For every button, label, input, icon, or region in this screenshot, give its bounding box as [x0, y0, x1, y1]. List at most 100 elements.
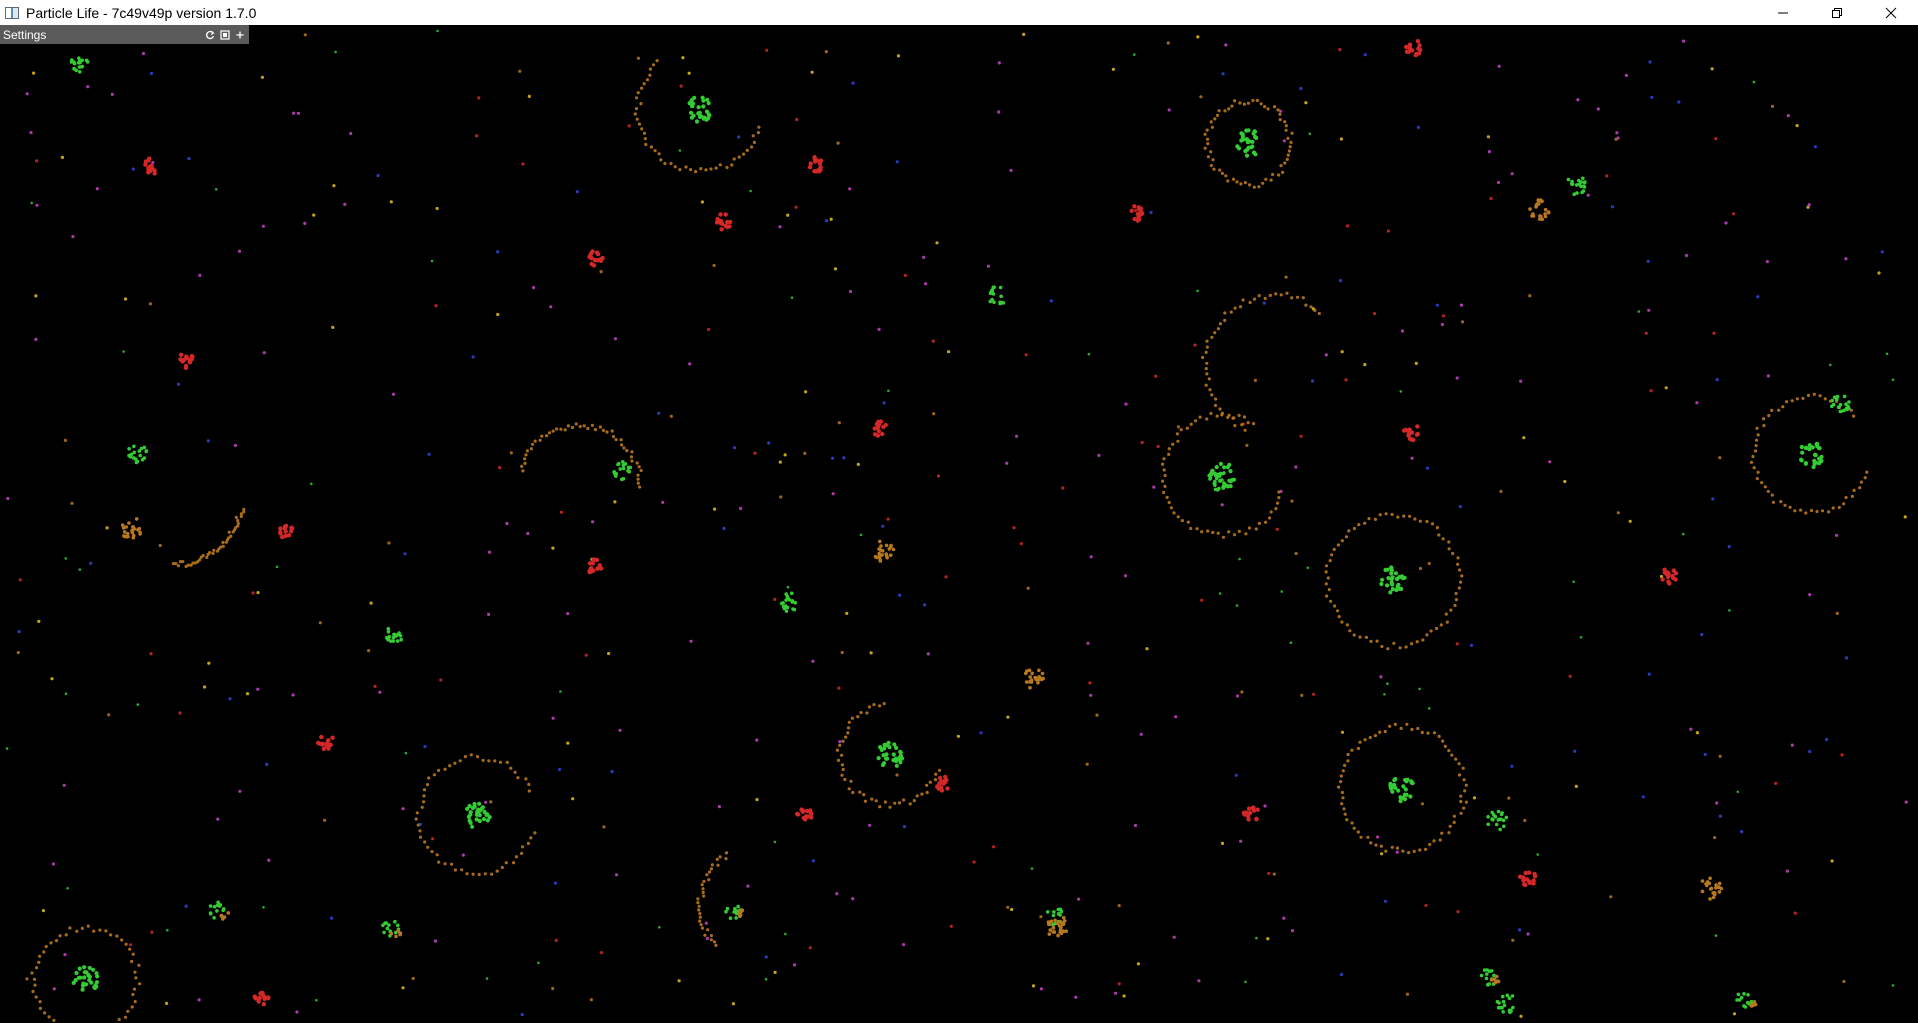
particle	[262, 351, 266, 355]
particle	[318, 621, 322, 625]
particle	[1753, 449, 1758, 453]
particle	[1774, 781, 1778, 786]
particle	[1238, 305, 1243, 309]
particle	[1502, 824, 1506, 829]
particle	[1714, 934, 1718, 937]
particle	[859, 711, 863, 715]
particle	[450, 862, 454, 866]
particle	[1205, 417, 1209, 421]
particle	[1429, 629, 1433, 633]
particle	[1378, 730, 1382, 734]
particle	[600, 951, 604, 955]
minimize-button[interactable]	[1756, 0, 1810, 25]
particle	[922, 255, 926, 259]
particle	[1352, 826, 1356, 830]
particle	[1326, 576, 1330, 580]
particle	[1245, 443, 1249, 447]
particle	[956, 734, 961, 738]
particle	[684, 165, 688, 169]
particle	[689, 639, 693, 643]
particle	[64, 557, 68, 560]
particle	[1279, 293, 1283, 297]
particle	[1012, 526, 1016, 530]
particle	[529, 836, 533, 840]
particle	[1441, 537, 1445, 541]
particle	[1010, 907, 1014, 912]
particle	[265, 995, 271, 1000]
particle	[716, 863, 720, 867]
particle	[884, 554, 889, 558]
simulation-canvas[interactable]	[0, 25, 1918, 1023]
particle	[1727, 545, 1731, 549]
particle	[778, 225, 782, 229]
particle	[292, 111, 296, 115]
particle	[838, 743, 842, 748]
particle	[1339, 972, 1344, 977]
particle	[1166, 41, 1170, 45]
particle	[1348, 629, 1352, 633]
particle	[1447, 831, 1451, 835]
particle	[487, 550, 492, 554]
particle	[82, 965, 87, 970]
particle	[1117, 904, 1121, 908]
particle	[1324, 564, 1329, 568]
particle	[874, 799, 878, 803]
particle	[657, 411, 661, 415]
particle	[749, 189, 752, 193]
particle	[1163, 473, 1167, 478]
particle	[1198, 415, 1202, 419]
restore-button[interactable]	[1810, 0, 1864, 25]
expand-icon[interactable]	[234, 29, 245, 40]
particle	[1369, 841, 1373, 845]
particle	[523, 461, 527, 465]
particle	[1714, 886, 1718, 890]
particle	[1283, 161, 1287, 165]
particle	[1809, 508, 1814, 513]
particle	[1172, 511, 1176, 515]
particle	[189, 353, 195, 359]
particle	[718, 212, 723, 217]
particle	[1485, 972, 1489, 976]
particle	[688, 362, 692, 366]
detach-icon[interactable]	[219, 29, 230, 40]
particle	[1700, 889, 1705, 894]
particle	[1179, 428, 1183, 432]
particle	[382, 930, 386, 935]
particle	[547, 431, 552, 435]
particle	[1220, 503, 1224, 507]
refresh-icon[interactable]	[204, 29, 215, 40]
particle	[725, 219, 730, 225]
particle	[1739, 995, 1744, 1000]
settings-bar[interactable]: Settings	[0, 25, 249, 44]
particle	[212, 916, 216, 920]
particle	[495, 869, 499, 873]
particle	[1511, 938, 1515, 942]
particle	[1268, 516, 1272, 520]
particle	[1904, 800, 1908, 804]
particle	[217, 904, 222, 908]
particle	[509, 766, 513, 770]
particle	[1248, 300, 1252, 305]
title-bar[interactable]: Particle Life - 7c49v49p version 1.7.0	[0, 0, 1918, 25]
close-button[interactable]	[1864, 0, 1918, 25]
particle	[171, 562, 175, 566]
particle	[1306, 566, 1310, 570]
particle	[1028, 685, 1032, 690]
restore-icon	[1832, 7, 1842, 18]
particle	[1257, 521, 1261, 525]
particle	[258, 991, 263, 996]
particle	[367, 649, 371, 653]
particle	[1205, 128, 1209, 132]
particle	[661, 500, 665, 504]
particle	[1207, 473, 1211, 478]
particle	[718, 220, 723, 226]
particle	[1136, 217, 1142, 222]
particle	[1234, 773, 1238, 777]
particle	[58, 934, 62, 938]
particle	[1411, 437, 1416, 443]
particle	[1384, 849, 1388, 853]
particle	[234, 515, 238, 519]
particle	[935, 784, 940, 789]
particle	[1194, 419, 1198, 423]
particle	[475, 134, 479, 138]
